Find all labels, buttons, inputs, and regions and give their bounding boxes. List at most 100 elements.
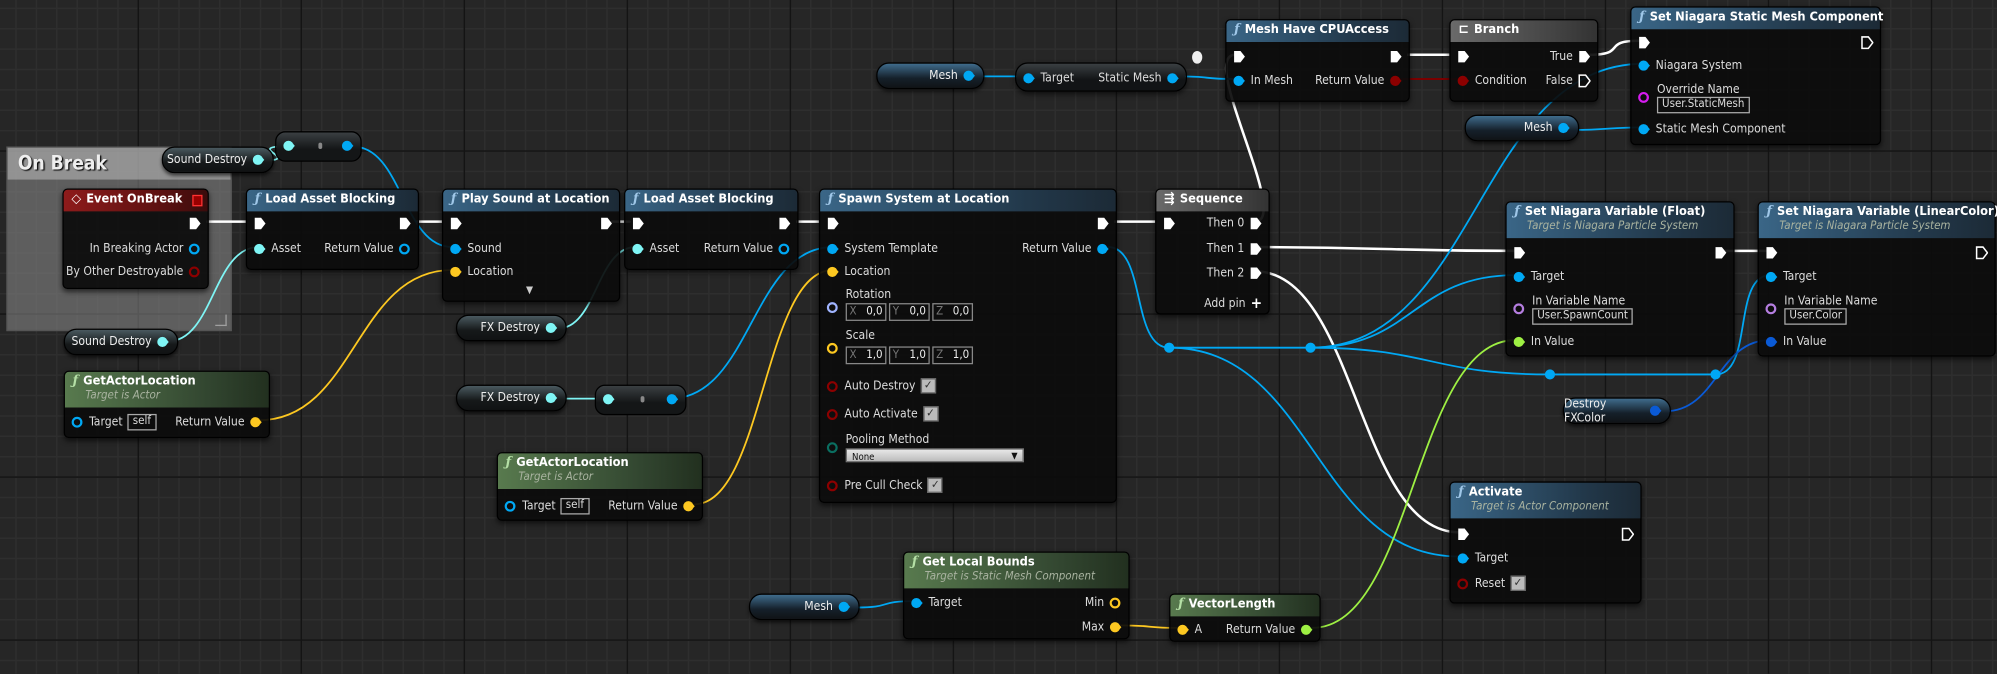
pin-row[interactable]: Return Value xyxy=(1022,239,1109,257)
vector-input[interactable]: X 1,0 Y 1,0 Z 1,0 xyxy=(845,346,974,365)
exec-pin-icon[interactable] xyxy=(632,216,645,230)
exec-pin-icon[interactable] xyxy=(1621,527,1635,541)
pooling-method-dropdown[interactable]: None xyxy=(845,447,1024,463)
checkbox[interactable]: ✓ xyxy=(927,477,943,493)
node-set-niagara-variable-float[interactable]: ƒ Set Niagara Variable (Float) Target is N… xyxy=(1505,201,1735,357)
pin-row[interactable] xyxy=(632,214,645,232)
pin-row[interactable]: Target xyxy=(911,593,962,611)
node-get-static-mesh[interactable]: Target Static Mesh xyxy=(1015,62,1187,92)
output-pin-icon[interactable] xyxy=(341,139,354,153)
node-spawn-system-at-location[interactable]: ƒ Spawn System at Location System Template… xyxy=(818,188,1117,504)
data-pin-icon[interactable] xyxy=(250,415,263,429)
pin-row[interactable]: Return Value xyxy=(1315,71,1402,89)
pin-row[interactable]: Target xyxy=(1023,69,1074,87)
pin-default-value-field[interactable]: self xyxy=(127,413,157,430)
exec-pin-icon[interactable] xyxy=(1249,241,1262,255)
pin-default-value-field[interactable]: User.StaticMesh xyxy=(1656,96,1750,113)
wire[interactable] xyxy=(1254,270,1460,534)
pin-row[interactable] xyxy=(450,214,463,232)
exec-pin-icon[interactable] xyxy=(1457,527,1470,541)
wire-knot[interactable] xyxy=(1544,369,1556,380)
wire-knot[interactable] xyxy=(1710,369,1721,380)
pin-row[interactable]: True xyxy=(1550,47,1591,65)
exec-pin-icon[interactable] xyxy=(1249,266,1262,280)
node-vector-length[interactable]: ƒ VectorLength A Return Value xyxy=(1169,593,1321,642)
data-pin-icon[interactable] xyxy=(911,595,924,609)
data-pin-icon[interactable] xyxy=(71,415,84,429)
pin-row[interactable]: Location xyxy=(827,262,890,280)
pin-row[interactable] xyxy=(827,214,840,232)
data-pin-icon[interactable] xyxy=(1457,73,1470,87)
pin-row[interactable]: Static Mesh xyxy=(1098,69,1179,87)
data-pin-icon[interactable] xyxy=(504,499,517,513)
variable-node-mesh[interactable]: Mesh xyxy=(876,62,985,90)
data-pin-icon[interactable] xyxy=(778,241,791,255)
node-sequence[interactable]: ⇶ Sequence Then 0 Then 1 Then 2 + Add pin xyxy=(1155,188,1270,315)
pin-row[interactable]: Static Mesh Component xyxy=(1638,120,1786,138)
data-pin-icon[interactable] xyxy=(827,241,840,255)
exec-pin-icon[interactable] xyxy=(1765,245,1778,259)
delegate-pin-icon[interactable] xyxy=(192,194,203,207)
pin-row[interactable]: In Value xyxy=(1765,332,1826,350)
data-pin-icon[interactable] xyxy=(826,407,840,421)
pin-row[interactable] xyxy=(1163,214,1176,232)
variable-node-fx-destroy[interactable]: FX Destroy xyxy=(455,384,567,412)
add-pin-button[interactable]: + Add pin xyxy=(1204,294,1262,312)
data-pin-icon[interactable] xyxy=(963,69,976,83)
pin-row[interactable] xyxy=(826,339,840,357)
wire[interactable] xyxy=(1169,346,1460,558)
node-load-asset-blocking-1[interactable]: ƒ Load Asset Blocking Asset Return Value xyxy=(245,188,420,271)
variable-node-fx-destroy[interactable]: FX Destroy xyxy=(455,314,567,342)
wire[interactable] xyxy=(1310,274,1516,349)
pin-row[interactable] xyxy=(1513,243,1526,261)
pin-row[interactable] xyxy=(188,214,201,232)
wire-knot[interactable] xyxy=(1192,50,1203,64)
input-pin-icon[interactable] xyxy=(602,392,615,406)
exec-pin-icon[interactable] xyxy=(188,216,201,230)
node-set-niagara-variable-linearcolor[interactable]: ƒ Set Niagara Variable (LinearColor) Targe… xyxy=(1757,201,1997,357)
exec-pin-icon[interactable] xyxy=(399,216,412,230)
pin-row[interactable]: Condition xyxy=(1457,71,1527,89)
data-pin-icon[interactable] xyxy=(1023,71,1036,85)
data-pin-icon[interactable] xyxy=(1638,122,1651,136)
output-pin-icon[interactable] xyxy=(666,392,679,406)
data-pin-icon[interactable] xyxy=(1167,71,1180,85)
pin-default-value-field[interactable]: User.Color xyxy=(1784,307,1848,325)
wire-knot[interactable] xyxy=(1305,342,1316,353)
data-pin-icon[interactable] xyxy=(545,321,558,335)
pin-row[interactable]: False xyxy=(1546,71,1591,89)
pin-row[interactable] xyxy=(1457,47,1470,65)
pin-row[interactable] xyxy=(1638,33,1651,51)
data-pin-icon[interactable] xyxy=(450,241,463,255)
blueprint-graph-canvas[interactable]: On Break ◇ Event OnBreak In Breaking Actor… xyxy=(0,0,1997,674)
pin-row[interactable]: Target xyxy=(1765,267,1816,285)
data-pin-icon[interactable] xyxy=(1638,58,1651,72)
node-get-actor-location-2[interactable]: ƒ GetActorLocation Target is Actor Target se… xyxy=(496,452,704,521)
data-pin-icon[interactable] xyxy=(683,499,696,513)
data-pin-icon[interactable] xyxy=(398,241,412,255)
data-pin-icon[interactable] xyxy=(1638,90,1651,104)
pin-row[interactable] xyxy=(1638,88,1651,106)
data-pin-icon[interactable] xyxy=(826,300,840,314)
node-load-asset-blocking-2[interactable]: ƒ Load Asset Blocking Asset Return Value xyxy=(624,188,799,271)
data-pin-icon[interactable] xyxy=(826,379,840,393)
y-field[interactable]: Y 1,0 xyxy=(888,346,930,365)
pin-row[interactable]: In Breaking Actor xyxy=(90,239,202,257)
node-get-actor-location-1[interactable]: ƒ GetActorLocation Target is Actor Target se… xyxy=(63,370,271,439)
data-pin-icon[interactable] xyxy=(1109,620,1122,634)
z-field[interactable]: Z 0,0 xyxy=(932,303,974,321)
pin-row[interactable]: Then 0 xyxy=(1207,214,1262,232)
x-field[interactable]: X 0,0 xyxy=(845,303,887,321)
resize-grip[interactable] xyxy=(215,314,227,327)
data-pin-icon[interactable] xyxy=(1097,241,1110,255)
data-pin-icon[interactable] xyxy=(450,264,463,278)
node-set-niagara-static-mesh-component[interactable]: ƒ Set Niagara Static Mesh Component Niagar… xyxy=(1630,6,1883,146)
exec-pin-icon[interactable] xyxy=(450,216,463,230)
pin-row[interactable]: Target xyxy=(1457,549,1508,567)
exec-pin-icon[interactable] xyxy=(1249,216,1262,230)
vector-input[interactable]: X 0,0 Y 0,0 Z 0,0 xyxy=(845,303,974,321)
pin-row[interactable]: Min xyxy=(1085,593,1122,611)
pin-row[interactable]: By Other Destroyable xyxy=(66,262,201,280)
pin-row[interactable]: Reset ✓ xyxy=(1457,574,1526,592)
node-get-local-bounds[interactable]: ƒ Get Local Bounds Target is Static Mesh C… xyxy=(902,551,1130,640)
